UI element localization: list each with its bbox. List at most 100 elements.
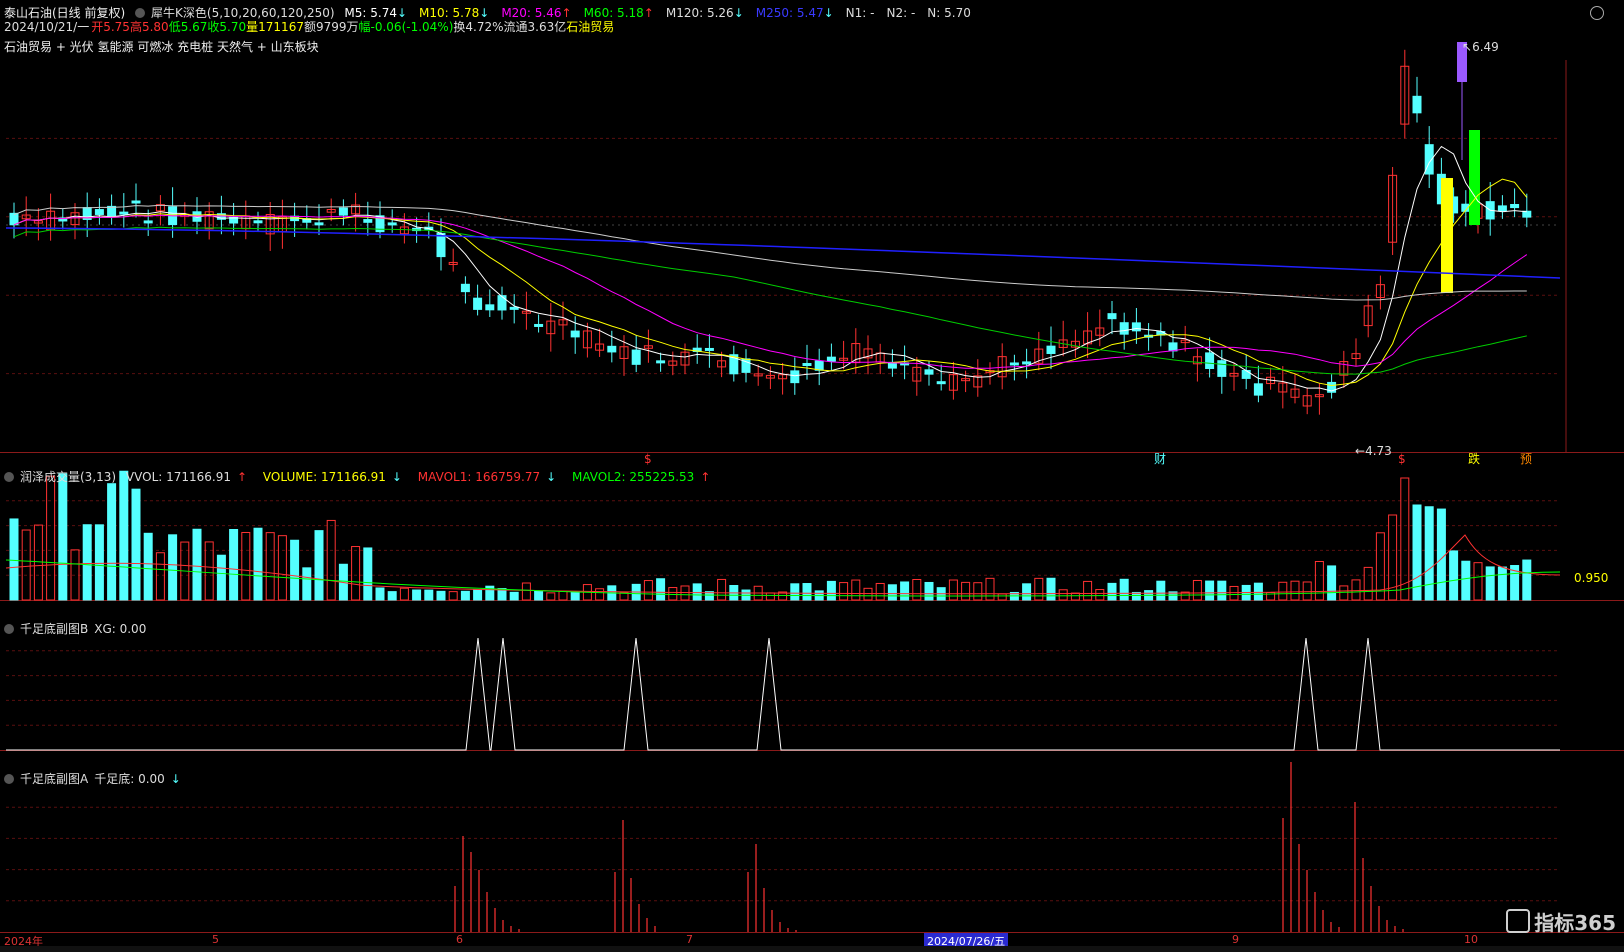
ma120-line [13,204,1527,301]
candle-body [1497,205,1507,212]
sub-a-header: 千足底副图A 千足底: 0.00 ↓ [4,772,193,786]
volume-bar [155,552,165,601]
volume-right-label: 0.950 [1574,571,1609,585]
sub-b-title[interactable]: 千足底副图B [20,622,88,636]
time-axis[interactable]: 2024年 5 6 7 2024/07/26/五 9 10 [0,932,1624,949]
volume-bar [1485,566,1495,601]
volume-bar [216,554,226,601]
volume-bar [692,583,702,601]
volume-text: VOLUME: 171166.91 [262,470,386,484]
settings-circle-icon[interactable] [4,472,14,482]
volume-bar [1058,589,1068,601]
candle-body [656,360,666,364]
volume-bar [643,580,653,601]
volume-bar [1083,580,1093,601]
sub-a-title[interactable]: 千足底副图A [20,772,88,786]
volume-bar [1119,578,1129,601]
volume-bar [473,589,483,601]
signal-marker: 财 [1154,452,1167,466]
ma60-line [13,226,1527,375]
volume-bar [326,519,336,601]
candle-body [1107,313,1117,320]
volume-bar [436,590,446,601]
volume-bar [973,582,983,601]
candle-body [814,360,824,371]
volume-bar [424,589,434,601]
volume-bar [33,524,43,601]
volume-bar [229,529,239,601]
vvol-text: VVOL: 171166.91 [125,470,232,484]
volume-bar [460,590,470,601]
volume-bar [1461,560,1471,601]
volume-bar [1034,577,1044,601]
volume-bar [363,547,373,601]
candle-body [131,200,141,204]
volume-bar [1424,506,1434,601]
volume-bar [107,483,117,601]
volume-bar [290,539,300,601]
volume-bar [1107,582,1117,601]
candle-body [1009,362,1019,366]
volume-bar [1022,583,1032,601]
volume-bar [570,591,580,601]
candle-body [143,220,153,224]
settings-circle-icon[interactable] [4,624,14,634]
xg-signal-line [6,637,1560,751]
candle-body [924,369,934,375]
volume-bar [558,590,568,601]
volume-bar [765,592,775,601]
mavol2-text: MAVOL2: 255225.53 [572,470,695,484]
volume-bar [802,583,812,601]
candle-body [704,347,714,351]
volume-bar [1522,559,1532,601]
volume-bar [1327,565,1337,601]
mavol1-line [5,534,1561,595]
volume-bar [863,587,873,601]
volume-bar [900,581,910,601]
volume-bar [1363,566,1373,601]
ma10-line [13,178,1528,387]
price-high-label: ↖6.49 [1462,40,1499,54]
volume-bar [192,528,202,601]
volume-bar [595,588,605,601]
volume-bar [9,518,19,601]
logo-text: 指标365 [1534,911,1616,935]
axis-label-oct: 10 [1464,933,1478,946]
volume-bar [1278,581,1288,601]
price-high-value: 6.49 [1472,40,1499,54]
candle-body [94,209,104,215]
logo-icon [1506,909,1531,933]
volume-bar [509,591,519,601]
candle-body [485,304,495,311]
candle-body [338,207,348,216]
mavol1-text: MAVOL1: 166759.77 [417,470,541,484]
signal-marker: 预 [1520,452,1533,466]
mavol2-line [5,559,1561,597]
volume-bar [1156,580,1166,601]
candle-body [1412,95,1422,114]
sub-b-value: XG: 0.00 [94,622,147,636]
brand-logo: 指标365 [1506,907,1616,936]
volume-bar [1205,580,1215,601]
volume-panel-title[interactable]: 润泽成交量(3,13) [20,470,116,484]
ma5-line [13,145,1527,392]
volume-bar [1497,566,1507,601]
volume-bar [851,579,861,601]
volume-bar [387,591,397,601]
candle-body [631,349,641,365]
volume-bar [912,578,922,601]
volume-bar [1217,580,1227,601]
candle-body [119,211,129,215]
candle-body-green [1469,130,1480,225]
volume-bar [839,582,849,601]
bottom-tab-bar[interactable] [0,946,1624,952]
settings-circle-icon[interactable] [4,774,14,784]
candle-body [387,222,397,226]
candle-body [9,212,19,226]
candle-body [107,205,117,218]
candle-body [253,220,263,224]
candle-body [607,345,617,353]
ma250-line [5,227,1561,279]
candle-body [790,370,800,384]
volume-bar [314,530,324,601]
